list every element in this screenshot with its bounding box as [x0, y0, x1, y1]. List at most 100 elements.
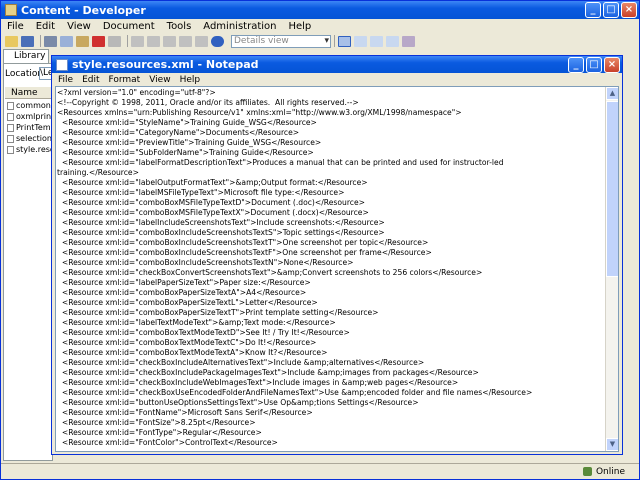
- list-view-icon[interactable]: [354, 35, 367, 47]
- list-item[interactable]: oxmlprint.x: [7, 111, 53, 122]
- text-line[interactable]: <Resource xml:id="comboBoxPaperSizeTextT…: [57, 308, 605, 318]
- vertical-scrollbar[interactable]: ▲ ▼: [605, 87, 618, 451]
- notepad-maximize-button[interactable]: □: [586, 57, 602, 73]
- menu-edit[interactable]: Edit: [36, 21, 55, 32]
- list-item[interactable]: PrintTempl: [7, 122, 53, 133]
- text-line[interactable]: <Resource xml:id="comboBoxMSFileTypeText…: [57, 198, 605, 208]
- text-line[interactable]: <Resource xml:id="FontType">Regular</Res…: [57, 428, 605, 438]
- notepad-minimize-button[interactable]: _: [568, 57, 584, 73]
- back-icon[interactable]: [131, 35, 144, 47]
- copy-icon[interactable]: [60, 35, 73, 47]
- menu-file[interactable]: File: [7, 21, 24, 32]
- text-line[interactable]: <Resource xml:id="SubFolderName">Trainin…: [57, 148, 605, 158]
- notepad-menu-file[interactable]: File: [58, 75, 73, 85]
- xml-text[interactable]: <?xml version="1.0" encoding="utf-8"?> <!…: [57, 88, 605, 448]
- delete-icon[interactable]: [92, 35, 105, 47]
- text-line[interactable]: <Resource xml:id="StyleName">Training Gu…: [57, 118, 605, 128]
- text-line[interactable]: <Resource xml:id="labelFormatDescription…: [57, 158, 605, 168]
- file-icon: [7, 123, 14, 132]
- list-item[interactable]: common.r: [7, 100, 53, 111]
- open-icon[interactable]: [5, 35, 18, 47]
- menu-tools[interactable]: Tools: [167, 21, 192, 32]
- pane-view-icon[interactable]: [386, 35, 399, 47]
- text-line[interactable]: <Resource xml:id="buttonUseOptionsSettin…: [57, 398, 605, 408]
- minimize-button[interactable]: _: [585, 2, 601, 18]
- view-select[interactable]: Details view: [231, 34, 331, 48]
- notepad-icon: [56, 58, 68, 71]
- text-line[interactable]: <Resource xml:id="PreviewTitle">Training…: [57, 138, 605, 148]
- file-icon: [7, 112, 14, 121]
- file-icon: [7, 145, 14, 154]
- menu-document[interactable]: Document: [103, 21, 155, 32]
- save-icon[interactable]: [21, 35, 34, 47]
- notepad-titlebar[interactable]: style.resources.xml - Notepad _ □ ×: [52, 56, 622, 73]
- notepad-menu-edit[interactable]: Edit: [82, 75, 99, 85]
- unlink-icon[interactable]: [179, 35, 192, 47]
- main-titlebar[interactable]: Content - Developer _ □ ×: [1, 1, 639, 19]
- text-line[interactable]: <Resource xml:id="comboBoxPaperSizeTextA…: [57, 288, 605, 298]
- main-title: Content - Developer: [21, 3, 146, 17]
- text-line[interactable]: <Resource xml:id="labelTextModeText">&am…: [57, 318, 605, 328]
- text-line[interactable]: <Resource xml:id="checkBoxUseEncodedFold…: [57, 388, 605, 398]
- notepad-close-button[interactable]: ×: [604, 57, 620, 73]
- text-line[interactable]: <Resource xml:id="comboBoxIncludeScreens…: [57, 238, 605, 248]
- text-line[interactable]: <Resource xml:id="labelPaperSizeText">Pa…: [57, 278, 605, 288]
- text-line[interactable]: <Resource xml:id="labelMSFileTypeText">M…: [57, 188, 605, 198]
- text-line[interactable]: <Resource xml:id="FontName">Microsoft Sa…: [57, 408, 605, 418]
- text-line[interactable]: <Resource xml:id="comboBoxTextModeTextC"…: [57, 338, 605, 348]
- undo-icon[interactable]: [108, 35, 121, 47]
- text-line[interactable]: <Resource xml:id="comboBoxTextModeTextD"…: [57, 328, 605, 338]
- text-line[interactable]: <Resource xml:id="comboBoxIncludeScreens…: [57, 248, 605, 258]
- text-line[interactable]: <Resource xml:id="CategoryName">Document…: [57, 128, 605, 138]
- status-bar: Online: [1, 463, 639, 479]
- menu-administration[interactable]: Administration: [203, 21, 276, 32]
- notepad-menu-help[interactable]: Help: [180, 75, 201, 85]
- text-line[interactable]: <Resource xml:id="comboBoxTextModeTextA"…: [57, 348, 605, 358]
- file-list: common.r oxmlprint.x PrintTempl selectio…: [7, 100, 53, 155]
- split-view-icon[interactable]: [370, 35, 383, 47]
- list-item[interactable]: selection.r: [7, 133, 53, 144]
- menu-view[interactable]: View: [67, 21, 91, 32]
- notepad-window: style.resources.xml - Notepad _ □ × File…: [51, 55, 623, 455]
- help-icon[interactable]: [211, 35, 224, 47]
- online-icon: [582, 467, 592, 476]
- text-line[interactable]: <Resource xml:id="comboBoxMSFileTypeText…: [57, 208, 605, 218]
- text-line[interactable]: <Resource xml:id="comboBoxIncludeScreens…: [57, 228, 605, 238]
- notepad-menu-format[interactable]: Format: [109, 75, 141, 85]
- tab-library[interactable]: Library: [3, 49, 49, 63]
- text-line[interactable]: <Resource xml:id="comboBoxPaperSizeTextL…: [57, 298, 605, 308]
- text-line[interactable]: <Resource xml:id="FontColor">ControlText…: [57, 438, 605, 448]
- text-line[interactable]: <!--Copyright © 1998, 2011, Oracle and/o…: [57, 98, 605, 108]
- scroll-down-arrow[interactable]: ▼: [606, 438, 618, 451]
- notepad-menubar: File Edit Format View Help: [52, 73, 622, 86]
- text-line[interactable]: <Resource xml:id="FontSize">8.25pt</Reso…: [57, 418, 605, 428]
- link-icon[interactable]: [163, 35, 176, 47]
- name-column-header[interactable]: Name: [5, 87, 53, 99]
- text-line[interactable]: training.</Resource>: [57, 168, 605, 178]
- scroll-up-arrow[interactable]: ▲: [606, 87, 618, 100]
- details-view-icon[interactable]: [338, 35, 351, 47]
- text-line[interactable]: <Resource xml:id="labelOutputFormatText"…: [57, 178, 605, 188]
- text-line[interactable]: <Resource xml:id="labelIncludeScreenshot…: [57, 218, 605, 228]
- text-line[interactable]: <Resources xmlns="urn:Publishing Resourc…: [57, 108, 605, 118]
- text-line[interactable]: <Resource xml:id="checkBoxIncludePackage…: [57, 368, 605, 378]
- notepad-editor[interactable]: <?xml version="1.0" encoding="utf-8"?> <!…: [55, 86, 619, 452]
- forward-icon[interactable]: [147, 35, 160, 47]
- text-line[interactable]: <?xml version="1.0" encoding="utf-8"?>: [57, 88, 605, 98]
- close-button[interactable]: ×: [621, 2, 637, 18]
- list-item[interactable]: style.resou: [7, 144, 53, 155]
- cut-icon[interactable]: [44, 35, 57, 47]
- text-line[interactable]: <Resource xml:id="comboBoxIncludeScreens…: [57, 258, 605, 268]
- paste-icon[interactable]: [76, 35, 89, 47]
- notepad-menu-view[interactable]: View: [149, 75, 170, 85]
- properties-icon[interactable]: [402, 35, 415, 47]
- menu-help[interactable]: Help: [288, 21, 311, 32]
- main-toolbar: Details view: [1, 34, 639, 48]
- text-line[interactable]: <Resource xml:id="checkBoxConvertScreens…: [57, 268, 605, 278]
- publish-icon[interactable]: [195, 35, 208, 47]
- scroll-thumb[interactable]: [606, 101, 618, 277]
- file-icon: [7, 101, 14, 110]
- text-line[interactable]: <Resource xml:id="checkBoxIncludeWebImag…: [57, 378, 605, 388]
- maximize-button[interactable]: □: [603, 2, 619, 18]
- text-line[interactable]: <Resource xml:id="checkBoxIncludeAlterna…: [57, 358, 605, 368]
